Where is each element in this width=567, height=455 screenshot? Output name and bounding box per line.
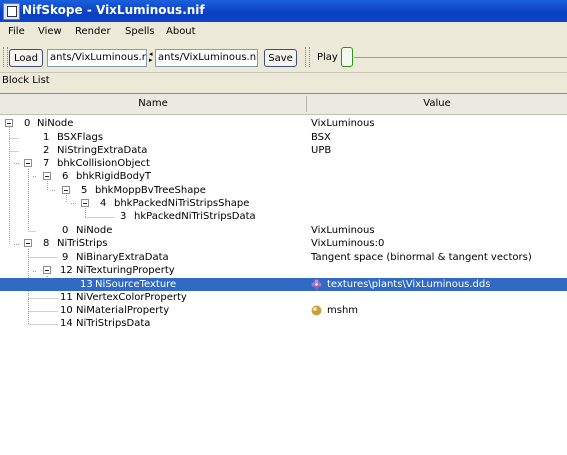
row-name: NiSourceTexture (95, 279, 177, 290)
collapse-icon[interactable] (24, 159, 32, 167)
collapse-icon[interactable] (24, 239, 32, 247)
animation-slider-track[interactable] (354, 57, 567, 58)
collapse-icon[interactable] (62, 186, 70, 194)
row-id: 4 (100, 198, 107, 209)
toolbar-grip[interactable] (305, 47, 310, 67)
tree-row[interactable]: 9 NiBinaryExtraData Tangent space (binor… (0, 251, 567, 264)
row-id: 7 (43, 158, 50, 169)
row-id: 0 (62, 225, 69, 236)
row-name: NiTriStripsData (76, 318, 151, 329)
row-name: NiTexturingProperty (76, 265, 175, 276)
toolbar-grip[interactable] (3, 47, 8, 67)
menu-bar: File View Render Spells About (0, 22, 567, 42)
tree-row[interactable]: 14 NiTriStripsData (0, 317, 567, 330)
row-value: VixLuminous (311, 118, 375, 129)
column-header-value[interactable]: Value (307, 94, 567, 114)
tree-row[interactable]: 8 NiTriStrips VixLuminous:0 (0, 237, 567, 250)
row-name: NiNode (76, 225, 113, 236)
row-name: bhkPackedNiTriStripsShape (114, 198, 250, 209)
save-path-input[interactable]: ants/VixLuminous.nif (155, 49, 258, 67)
row-id: 12 (60, 265, 73, 276)
row-name: NiBinaryExtraData (76, 252, 169, 263)
texture-flower-icon (311, 279, 322, 290)
row-id: 11 (60, 292, 73, 303)
load-button[interactable]: Load (9, 49, 43, 67)
tree-row[interactable]: 3 hkPackedNiTriStripsData (0, 210, 567, 223)
row-name: NiNode (37, 118, 74, 129)
play-label[interactable]: Play (317, 52, 338, 63)
collapse-icon[interactable] (43, 266, 51, 274)
row-id: 10 (60, 305, 73, 316)
tree-row[interactable]: 0 NiNode VixLuminous (0, 117, 567, 130)
animation-slider-handle[interactable] (341, 47, 353, 67)
tree-row[interactable]: 0 NiNode VixLuminous (0, 224, 567, 237)
tree-row[interactable]: 7 bhkCollisionObject (0, 157, 567, 170)
row-id: 14 (60, 318, 73, 329)
tree-row[interactable]: 2 NiStringExtraData UPB (0, 144, 567, 157)
row-name: BSXFlags (57, 132, 104, 143)
row-id: 2 (43, 145, 50, 156)
row-id: 6 (62, 171, 69, 182)
row-name: hkPackedNiTriStripsData (134, 211, 256, 222)
row-value: VixLuminous:0 (311, 238, 385, 249)
window-title: NifSkope - VixLuminous.nif (22, 3, 205, 17)
row-value: UPB (311, 145, 332, 156)
load-path-input[interactable]: ants/VixLuminous.nif (47, 49, 147, 67)
menu-spells[interactable]: Spells (125, 26, 155, 37)
row-value: VixLuminous (311, 225, 375, 236)
row-id: 0 (24, 118, 31, 129)
row-name: NiMaterialProperty (76, 305, 170, 316)
row-id: 1 (43, 132, 50, 143)
row-name: NiStringExtraData (57, 145, 148, 156)
block-list-tree[interactable]: Name Value 0 NiNode VixLuminous 1 BSXFla… (0, 93, 567, 455)
app-icon[interactable] (3, 3, 20, 20)
row-id: 13 (80, 279, 93, 290)
tree-row-selected[interactable]: 13 NiSourceTexture textures\plants\VixLu… (0, 278, 567, 291)
arrow-icon: ◂ ▸ (149, 50, 153, 64)
menu-view[interactable]: View (38, 26, 62, 37)
row-name: bhkCollisionObject (57, 158, 150, 169)
row-id: 3 (120, 211, 127, 222)
row-id: 5 (81, 185, 88, 196)
save-button[interactable]: Save (264, 49, 297, 67)
row-value: BSX (311, 132, 331, 143)
title-bar: NifSkope - VixLuminous.nif (0, 0, 567, 22)
row-id: 8 (43, 238, 50, 249)
row-name: bhkMoppBvTreeShape (95, 185, 206, 196)
tree-row[interactable]: 5 bhkMoppBvTreeShape (0, 184, 567, 197)
row-name: NiVertexColorProperty (76, 292, 187, 303)
collapse-icon[interactable] (5, 119, 13, 127)
row-name: bhkRigidBodyT (76, 171, 152, 182)
tree-row[interactable]: 1 BSXFlags BSX (0, 131, 567, 144)
row-name: NiTriStrips (57, 238, 108, 249)
row-value: Tangent space (binormal & tangent vector… (311, 252, 532, 263)
block-list-title: Block List (2, 75, 50, 86)
row-id: 9 (62, 252, 69, 263)
collapse-icon[interactable] (43, 172, 51, 180)
menu-render[interactable]: Render (75, 26, 111, 37)
row-value: mshm (327, 305, 359, 316)
tree-row[interactable]: 6 bhkRigidBodyT (0, 170, 567, 183)
tree-row[interactable]: 11 NiVertexColorProperty (0, 291, 567, 304)
collapse-icon[interactable] (81, 199, 89, 207)
tree-row[interactable]: 4 bhkPackedNiTriStripsShape (0, 197, 567, 210)
tree-row[interactable]: 10 NiMaterialProperty mshm (0, 304, 567, 317)
row-value: textures\plants\VixLuminous.dds (327, 279, 491, 290)
tree-row[interactable]: 12 NiTexturingProperty (0, 264, 567, 277)
menu-about[interactable]: About (166, 26, 196, 37)
material-sphere-icon (311, 305, 322, 316)
menu-file[interactable]: File (8, 26, 25, 37)
